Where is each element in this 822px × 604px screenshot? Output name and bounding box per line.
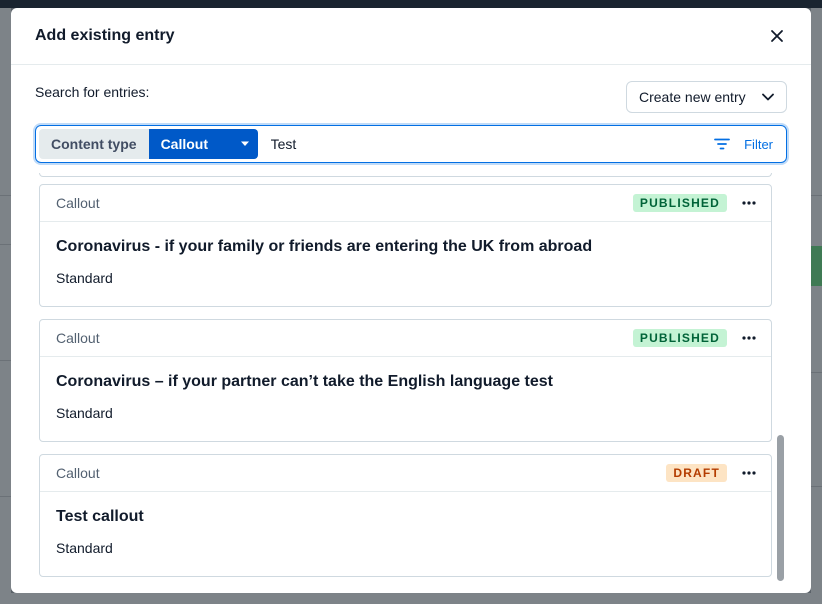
modal-header: Add existing entry xyxy=(11,8,811,65)
entry-card-header: Callout PUBLISHED xyxy=(40,185,771,222)
background-divider xyxy=(0,195,11,196)
more-horizontal-icon xyxy=(742,471,756,475)
entry-card-partial xyxy=(39,173,772,177)
background-divider xyxy=(811,195,822,196)
more-actions-button[interactable] xyxy=(741,201,757,205)
status-badge: PUBLISHED xyxy=(632,194,727,212)
modal-title: Add existing entry xyxy=(35,27,175,44)
entry-title: Coronavirus - if your family or friends … xyxy=(56,238,593,255)
filter-button[interactable]: Filter xyxy=(704,137,783,152)
close-button[interactable] xyxy=(765,24,789,48)
entry-card-header: Callout DRAFT xyxy=(40,455,771,492)
entry-title: Coronavirus – if your partner can’t take… xyxy=(56,373,553,390)
background-divider xyxy=(0,360,11,361)
add-entry-modal: Add existing entry Search for entries: C… xyxy=(11,8,811,593)
entry-card-header: Callout PUBLISHED xyxy=(40,320,771,357)
entry-card[interactable]: Callout PUBLISHED Coronavirus – if your … xyxy=(39,319,772,442)
scrollbar-thumb[interactable] xyxy=(777,435,784,581)
background-left-panel xyxy=(0,8,11,604)
filter-icon xyxy=(714,138,731,150)
content-type-select[interactable]: Callout xyxy=(148,129,258,159)
content-type-value: Callout xyxy=(160,136,209,152)
more-horizontal-icon xyxy=(742,201,756,205)
entry-list: Callout PUBLISHED Coronavirus - if your … xyxy=(11,173,811,593)
chevron-down-icon xyxy=(762,93,774,101)
search-label: Search for entries: xyxy=(35,84,150,100)
search-input[interactable] xyxy=(270,136,705,152)
background-divider xyxy=(811,486,822,487)
scrollbar[interactable] xyxy=(775,173,786,593)
entry-content-type: Callout xyxy=(56,330,100,346)
search-bar: Content type Callout Filter xyxy=(35,125,787,163)
entry-card[interactable]: Callout PUBLISHED Coronavirus - if your … xyxy=(39,184,772,307)
filter-label: Filter xyxy=(744,136,773,152)
entry-content-type: Callout xyxy=(56,465,100,481)
more-actions-button[interactable] xyxy=(741,336,757,340)
caret-down-icon xyxy=(240,141,249,146)
background-green-block xyxy=(811,246,822,286)
create-new-entry-button[interactable]: Create new entry xyxy=(626,81,787,113)
background-bottom-strip xyxy=(0,593,822,604)
status-badge: DRAFT xyxy=(666,464,727,482)
background-divider xyxy=(811,372,822,373)
entry-subtitle: Standard xyxy=(56,540,113,556)
more-actions-button[interactable] xyxy=(741,471,757,475)
status-badge: PUBLISHED xyxy=(632,329,727,347)
close-icon xyxy=(771,30,783,42)
entry-content-type: Callout xyxy=(56,195,100,211)
background-divider xyxy=(0,496,11,497)
entry-subtitle: Standard xyxy=(56,270,113,286)
more-horizontal-icon xyxy=(742,336,756,340)
entry-title: Test callout xyxy=(56,508,144,525)
background-right-panel xyxy=(811,8,822,604)
content-type-label: Content type xyxy=(39,129,149,159)
create-new-entry-label: Create new entry xyxy=(639,89,746,105)
background-top-bar xyxy=(0,0,822,8)
entry-card[interactable]: Callout DRAFT Test callout Standard xyxy=(39,454,772,577)
entry-subtitle: Standard xyxy=(56,405,113,421)
background-divider xyxy=(0,244,11,245)
